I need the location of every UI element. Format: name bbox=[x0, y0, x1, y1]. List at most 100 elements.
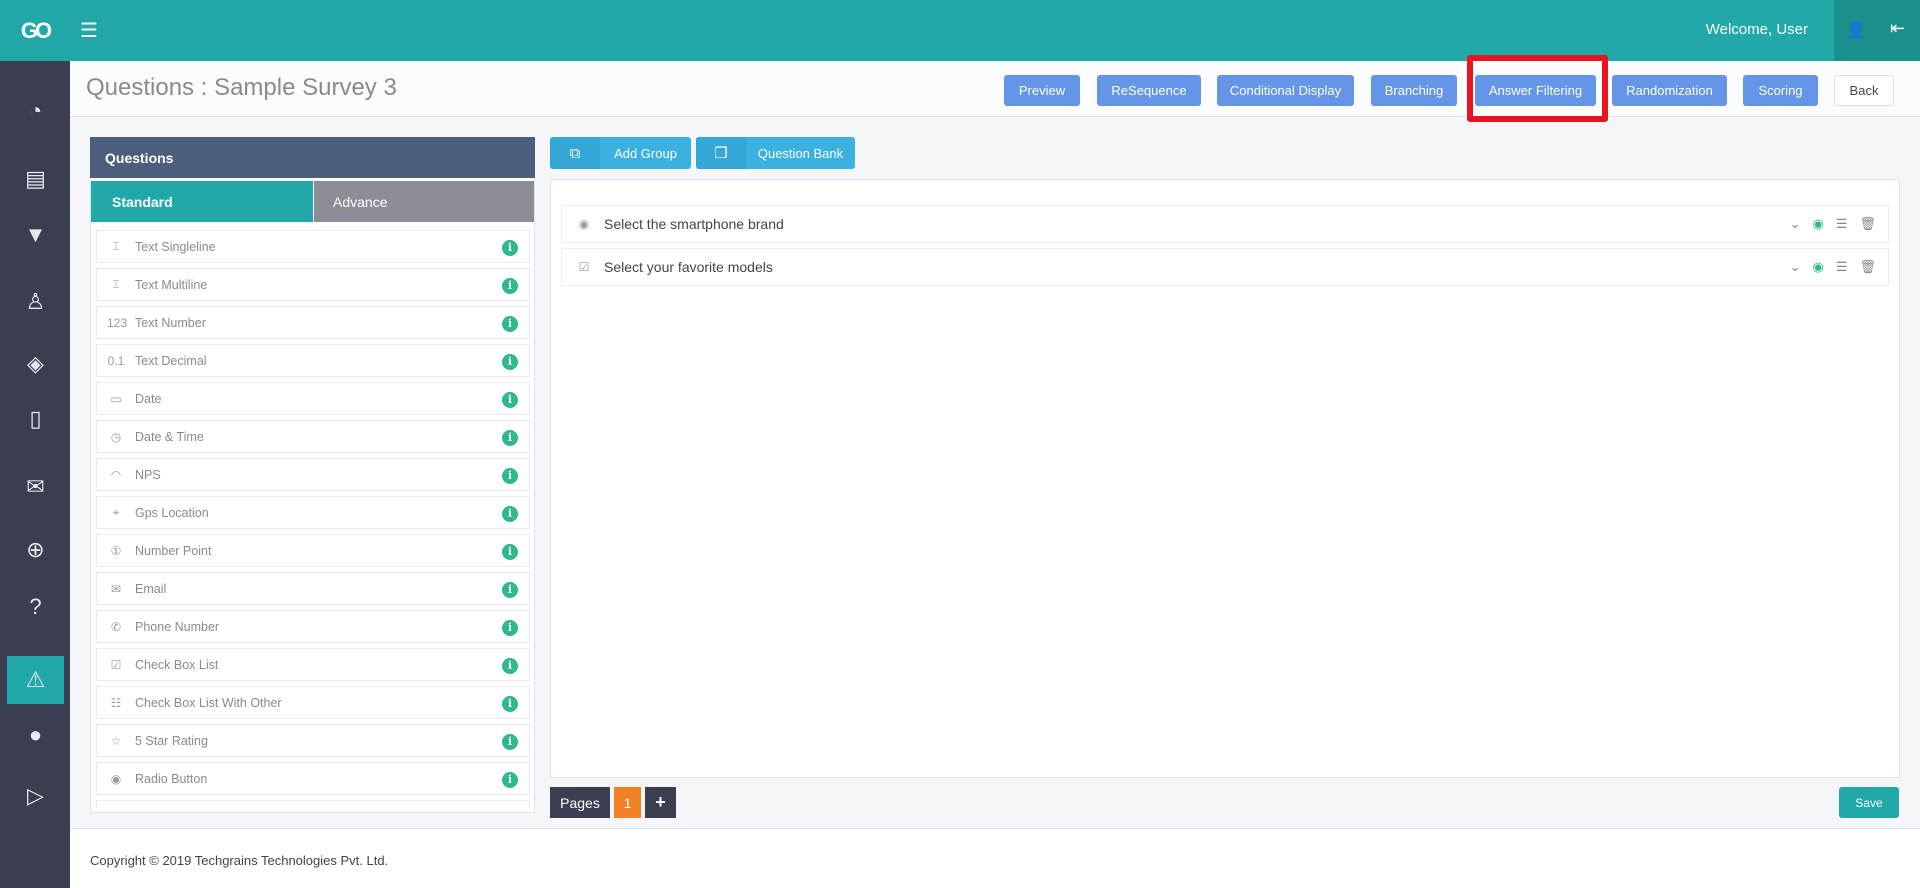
question-type-item[interactable]: ☷ Check Box List With Other i bbox=[96, 686, 530, 719]
randomization-button[interactable]: Randomization bbox=[1612, 75, 1727, 106]
question-type-icon: ◠ bbox=[110, 467, 122, 482]
page-1-button[interactable]: 1 bbox=[614, 787, 641, 818]
question-type-icon: ☑ bbox=[110, 657, 122, 672]
logout-icon[interactable]: ⇤ bbox=[1890, 18, 1905, 39]
save-button[interactable]: Save bbox=[1839, 787, 1899, 818]
question-type-item[interactable]: ☆ 5 Star Rating i bbox=[96, 724, 530, 757]
question-type-icon: ✉ bbox=[110, 581, 122, 596]
question-type-icon: ☆ bbox=[110, 733, 122, 748]
info-icon[interactable]: i bbox=[502, 772, 518, 788]
question-type-item[interactable]: ⌶ Text Multiline i bbox=[96, 268, 530, 301]
add-group-button[interactable]: ⧉ Add Group bbox=[550, 137, 691, 169]
highlight-box bbox=[1467, 55, 1608, 122]
chat-icon[interactable]: ✉ bbox=[7, 467, 64, 507]
question-type-item[interactable]: 0.1 Text Decimal i bbox=[96, 344, 530, 377]
top-bar bbox=[0, 0, 1920, 61]
question-bank-button[interactable]: ❐ Question Bank bbox=[696, 137, 855, 169]
info-icon[interactable]: i bbox=[502, 468, 518, 484]
page-title: Questions : Sample Survey 3 bbox=[86, 74, 397, 101]
trash-icon[interactable]: 🗑 bbox=[1859, 259, 1876, 275]
question-type-icon: ✆ bbox=[110, 619, 122, 634]
info-icon[interactable]: i bbox=[502, 582, 518, 598]
menu-icon[interactable]: ☰ bbox=[80, 18, 98, 43]
question-type-label: Number Point bbox=[135, 543, 212, 558]
filter-icon[interactable]: ▼ bbox=[7, 215, 64, 255]
back-button[interactable]: Back bbox=[1834, 75, 1894, 106]
eye-icon[interactable]: ◉ bbox=[1812, 259, 1823, 275]
question-text: Select your favorite models bbox=[604, 259, 773, 275]
resequence-button[interactable]: ReSequence bbox=[1097, 75, 1201, 106]
question-type-label: Phone Number bbox=[135, 619, 220, 634]
scoring-button[interactable]: Scoring bbox=[1743, 75, 1818, 106]
question-type-label: Email bbox=[135, 581, 167, 596]
user-icon[interactable]: 👤 bbox=[1846, 20, 1866, 40]
question-type-label: Check Box List With Other bbox=[135, 695, 282, 710]
tablet-icon[interactable]: ▯ bbox=[7, 399, 64, 439]
question-type-label: Text Decimal bbox=[135, 353, 207, 368]
add-page-button[interactable]: + bbox=[645, 787, 676, 818]
question-type-icon: 0.1 bbox=[107, 353, 125, 368]
question-bank-label: Question Bank bbox=[757, 145, 844, 161]
layers-icon[interactable]: ◈ bbox=[7, 344, 64, 384]
copy-icon: ❐ bbox=[696, 137, 746, 169]
tab-advance[interactable]: Advance bbox=[314, 181, 534, 222]
preview-button[interactable]: Preview bbox=[1004, 75, 1080, 106]
chevron-down-icon[interactable]: ⌄ bbox=[1790, 216, 1801, 232]
question-type-label: Date bbox=[135, 391, 162, 406]
tab-standard[interactable]: Standard bbox=[91, 181, 313, 222]
question-type-item[interactable]: ⌶ Text Singleline i bbox=[96, 230, 530, 263]
question-type-item[interactable]: ◷ Date & Time i bbox=[96, 420, 530, 453]
question-type-item[interactable]: ⌖ Gps Location i bbox=[96, 496, 530, 529]
question-type-item[interactable]: 123 Text Number i bbox=[96, 306, 530, 339]
panel-title: Questions bbox=[90, 137, 535, 178]
branching-button[interactable]: Branching bbox=[1371, 75, 1457, 106]
info-icon[interactable]: i bbox=[502, 506, 518, 522]
info-icon[interactable]: i bbox=[502, 278, 518, 294]
question-type-icon: ☷ bbox=[110, 695, 122, 710]
trash-icon[interactable]: 🗑 bbox=[1859, 216, 1876, 232]
question-type-label: Gps Location bbox=[135, 505, 209, 520]
play-store-icon[interactable]: ▷ bbox=[7, 776, 64, 816]
question-row[interactable]: ☑ Select your favorite models ⌄ ◉ ☰ 🗑 bbox=[561, 248, 1889, 286]
logo[interactable]: GO bbox=[0, 0, 70, 61]
question-icon[interactable]: ? bbox=[7, 587, 64, 627]
info-icon[interactable]: i bbox=[502, 696, 518, 712]
question-type-icon: ① bbox=[110, 543, 122, 558]
eye-icon[interactable]: ◉ bbox=[1812, 216, 1823, 232]
conditional-display-button[interactable]: Conditional Display bbox=[1217, 75, 1354, 106]
book-icon[interactable]: ▤ bbox=[7, 159, 64, 199]
question-type-item[interactable]: ◠ NPS i bbox=[96, 458, 530, 491]
question-row[interactable]: ◉ Select the smartphone brand ⌄ ◉ ☰ 🗑 bbox=[561, 205, 1889, 243]
info-icon[interactable]: i bbox=[502, 734, 518, 750]
question-type-icon: ◉ bbox=[110, 771, 122, 786]
warning-icon[interactable]: ⚠ bbox=[7, 656, 64, 704]
question-type-label: Text Number bbox=[135, 315, 206, 330]
apple-icon[interactable]: ● bbox=[7, 715, 64, 755]
question-type-icon: ◉ bbox=[578, 217, 590, 231]
question-type-label: Text Multiline bbox=[135, 277, 208, 292]
lifebuoy-icon[interactable]: ⊕ bbox=[7, 530, 64, 570]
question-type-list[interactable]: ⌶ Text Singleline i ⌶ Text Multiline i 123 Text… bbox=[96, 230, 530, 808]
question-type-item[interactable]: ☑ Check Box List i bbox=[96, 648, 530, 681]
add-group-label: Add Group bbox=[614, 145, 677, 161]
info-icon[interactable]: i bbox=[502, 354, 518, 370]
question-type-item[interactable]: ✆ Phone Number i bbox=[96, 610, 530, 643]
chevron-down-icon[interactable]: ⌄ bbox=[1790, 259, 1801, 275]
question-type-item[interactable] bbox=[96, 800, 530, 808]
info-icon[interactable]: i bbox=[502, 658, 518, 674]
info-icon[interactable]: i bbox=[502, 392, 518, 408]
info-icon[interactable]: i bbox=[502, 544, 518, 560]
info-icon[interactable]: i bbox=[502, 620, 518, 636]
question-type-item[interactable]: ① Number Point i bbox=[96, 534, 530, 567]
question-type-item[interactable]: ▭ Date i bbox=[96, 382, 530, 415]
reorder-icon[interactable]: ☰ bbox=[1836, 216, 1848, 232]
info-icon[interactable]: i bbox=[502, 316, 518, 332]
question-type-item[interactable]: ✉ Email i bbox=[96, 572, 530, 605]
reorder-icon[interactable]: ☰ bbox=[1836, 259, 1848, 275]
info-icon[interactable]: i bbox=[502, 430, 518, 446]
question-type-item[interactable]: ◉ Radio Button i bbox=[96, 762, 530, 795]
user-icon[interactable]: ♙ bbox=[7, 282, 64, 322]
info-icon[interactable]: i bbox=[502, 240, 518, 256]
dashboard-icon[interactable]: ◔ bbox=[7, 91, 64, 131]
group-icon: ⧉ bbox=[550, 137, 600, 169]
